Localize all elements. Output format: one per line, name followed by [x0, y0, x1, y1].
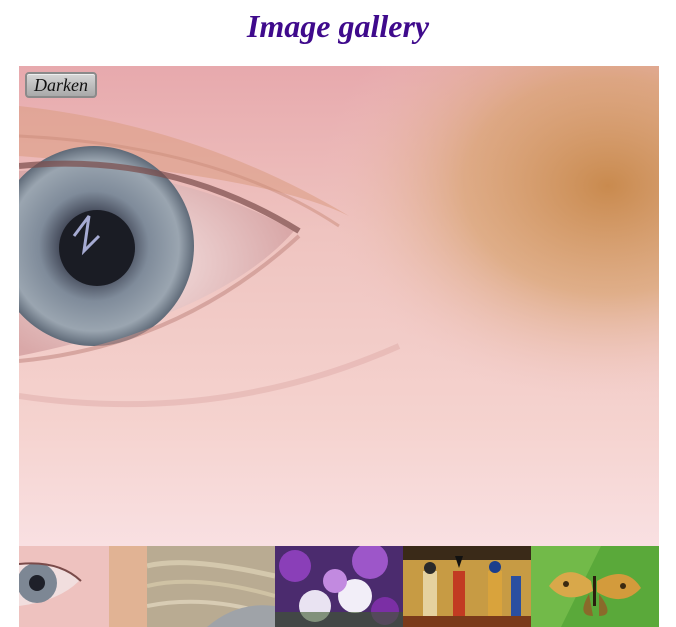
page-title: Image gallery: [246, 8, 430, 44]
thumbnail-eye[interactable]: [19, 546, 147, 627]
thumbnail-flowers[interactable]: [275, 546, 403, 627]
thumbnail-butterfly[interactable]: [531, 546, 659, 627]
thumbnail-bar: [19, 546, 659, 627]
main-image-display: Darken: [19, 66, 659, 546]
main-image-eye: [19, 66, 659, 546]
image-gallery: Darken: [19, 66, 659, 627]
thumbnail-rock[interactable]: [147, 546, 275, 627]
thumbnail-egyptian-painting[interactable]: [403, 546, 531, 627]
darken-button[interactable]: Darken: [25, 72, 97, 98]
